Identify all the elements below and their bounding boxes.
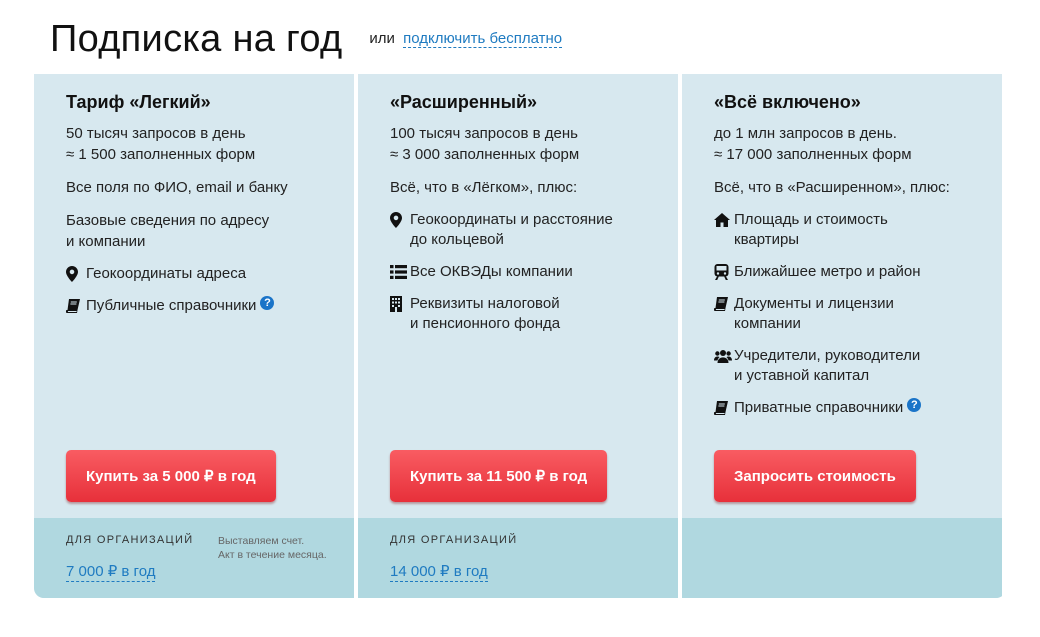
org-footer: ДЛЯ ОРГАНИЗАЦИЙ 14 000 ₽ в год [358,518,678,598]
request-price-button[interactable]: Запросить стоимость [714,450,916,502]
requests-limit: 50 тысяч запросов в день [66,125,246,142]
page-header: Подписка на год или подключить бесплатно [50,18,563,66]
forms-limit: ≈ 1 500 заполненных форм [66,146,256,163]
org-footer [682,518,1002,598]
org-note-line: Акт в течение месяца. [218,549,327,561]
org-price-link[interactable]: 7 000 ₽ в год [66,563,156,582]
feature-tax-requisites: Реквизиты налоговой и пенсионного фонда [390,294,678,334]
plan-body: «Расширенный» 100 тысяч запросов в день … [358,74,678,518]
plan-card-all-inclusive: «Всё включено» до 1 млн запросов в день.… [682,74,1002,598]
free-option-prefix: или [369,30,395,47]
plan-title: «Всё включено» [714,92,861,112]
feature-licenses: Документы и лицензии компании [714,294,1002,334]
home-icon [714,210,734,230]
plan-feature-text: Все поля по ФИО, email и банку [66,179,288,196]
feature-geocoords: Геокоординаты адреса [66,264,354,284]
feature-label: Геокоординаты адреса [86,265,247,282]
feature-label: Приватные справочники [734,399,904,416]
feature-label: Ближайшее метро и район [734,263,921,280]
train-icon [714,262,734,282]
page-title: Подписка на год [50,18,343,60]
map-marker-icon [66,264,86,284]
book-icon [714,294,734,314]
feature-label: Геокоординаты и расстояние до кольцевой [410,211,613,248]
org-note: Выставляем счет. Акт в течение месяца. [218,534,327,562]
org-price-link[interactable]: 14 000 ₽ в год [390,563,488,582]
feature-label: Реквизиты налоговой и пенсионного фонда [410,295,561,332]
plan-feature-text: Всё, что в «Лёгком», плюс: [390,179,578,196]
org-note-line: Выставляем счет. [218,535,305,547]
book-icon [66,296,86,316]
feature-label: Все ОКВЭДы компании [410,263,573,280]
org-label: ДЛЯ ОРГАНИЗАЦИЙ [390,534,518,546]
book-icon [714,398,734,418]
help-icon[interactable]: ? [907,398,922,412]
feature-metro: Ближайшее метро и район [714,262,1002,282]
feature-private-directories: Приватные справочники ? [714,398,1002,418]
help-icon[interactable]: ? [260,296,275,310]
feature-okved: Все ОКВЭДы компании [390,262,678,282]
feature-public-directories: Публичные справочники ? [66,296,354,316]
feature-founders: Учредители, руководители и уставной капи… [714,346,1002,386]
plan-title: «Расширенный» [390,92,538,112]
plan-body: Тариф «Легкий» 50 тысяч запросов в день … [34,74,354,518]
buy-extended-button[interactable]: Купить за 11 500 ₽ в год [390,450,608,502]
users-icon [714,346,734,366]
feature-geocoords-distance: Геокоординаты и расстояние до кольцевой [390,210,678,250]
free-option: или подключить бесплатно [369,30,563,48]
plan-body: «Всё включено» до 1 млн запросов в день.… [682,74,1002,518]
buy-light-button[interactable]: Купить за 5 000 ₽ в год [66,450,276,502]
plan-card-light: Тариф «Легкий» 50 тысяч запросов в день … [34,74,354,598]
plan-title: Тариф «Легкий» [66,92,211,112]
forms-limit: ≈ 17 000 заполненных форм [714,146,912,163]
org-footer: ДЛЯ ОРГАНИЗАЦИЙ Выставляем счет. Акт в т… [34,518,354,598]
feature-label: Публичные справочники [86,297,257,314]
feature-label: Площадь и стоимость квартиры [734,211,888,248]
plans-grid: Тариф «Легкий» 50 тысяч запросов в день … [34,74,1006,598]
feature-label: Учредители, руководители и уставной капи… [734,347,921,384]
plan-limits: до 1 млн запросов в день. ≈ 17 000 запол… [714,123,1002,165]
plan-limits: 50 тысяч запросов в день ≈ 1 500 заполне… [66,123,354,165]
plan-feature-text: Всё, что в «Расширенном», плюс: [714,179,950,196]
map-marker-icon [390,210,410,230]
feature-apartment: Площадь и стоимость квартиры [714,210,1002,250]
requests-limit: 100 тысяч запросов в день [390,125,578,142]
connect-free-link[interactable]: подключить бесплатно [403,30,563,48]
feature-label: Документы и лицензии компании [734,295,894,332]
plan-limits: 100 тысяч запросов в день ≈ 3 000 заполн… [390,123,678,165]
list-icon [390,262,410,282]
plan-feature-text: Базовые сведения по адресу и компании [66,212,270,250]
requests-limit: до 1 млн запросов в день. [714,125,897,142]
building-icon [390,294,410,314]
forms-limit: ≈ 3 000 заполненных форм [390,146,580,163]
plan-card-extended: «Расширенный» 100 тысяч запросов в день … [358,74,678,598]
